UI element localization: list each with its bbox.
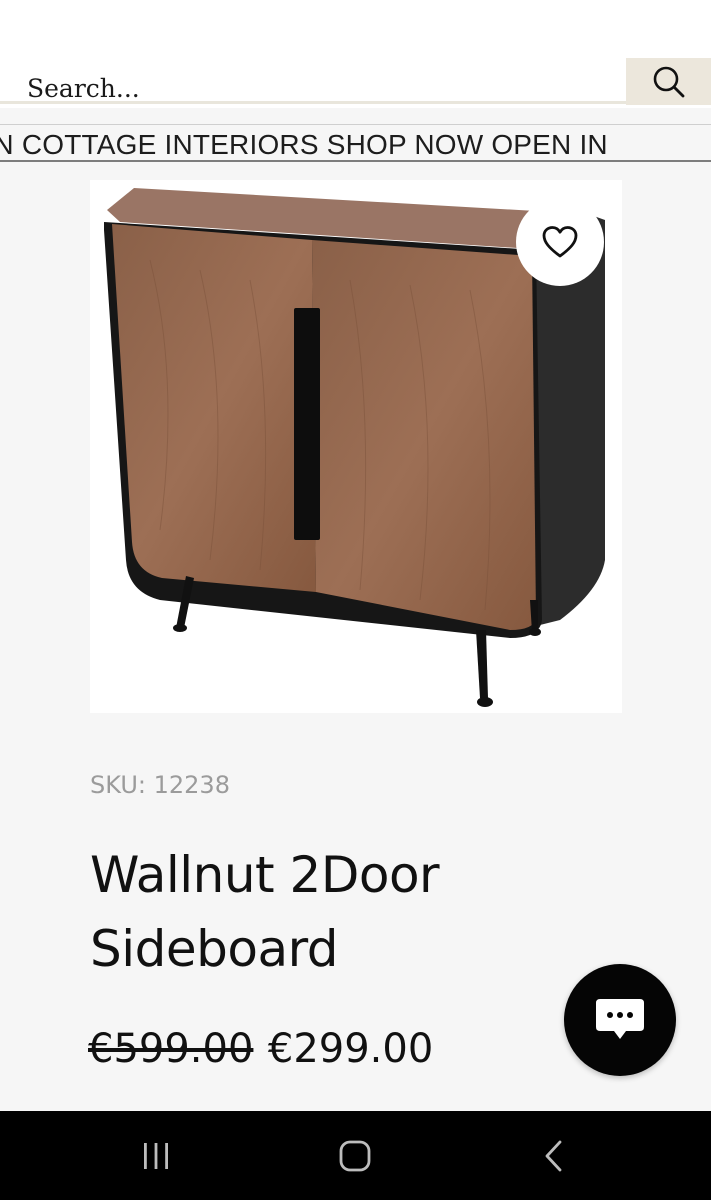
recents-button[interactable] [96,1111,216,1200]
heart-icon [542,226,578,258]
sale-price: €299.00 [267,1026,434,1072]
product-title: Wallnut 2Door Sideboard [90,846,440,978]
home-icon [339,1140,371,1171]
search-button[interactable] [626,58,711,105]
back-icon [545,1140,562,1171]
search-input[interactable] [0,58,626,104]
marquee-text: RN COTTAGE INTERIORS SHOP NOW OPEN IN [0,129,608,160]
price-row: €599.00 €299.00 [88,1026,433,1072]
wishlist-button[interactable] [516,198,604,286]
search-icon [653,66,684,97]
back-button[interactable] [494,1111,614,1200]
chat-bubble-icon [596,999,644,1039]
announcement-marquee[interactable]: RN COTTAGE INTERIORS SHOP NOW OPEN IN [0,124,711,162]
chat-button[interactable] [564,964,676,1076]
home-button[interactable] [295,1111,415,1200]
system-navigation-bar [0,1111,711,1200]
product-sku: SKU: 12238 [90,771,230,799]
original-price: €599.00 [88,1026,254,1072]
recents-icon [144,1142,168,1169]
